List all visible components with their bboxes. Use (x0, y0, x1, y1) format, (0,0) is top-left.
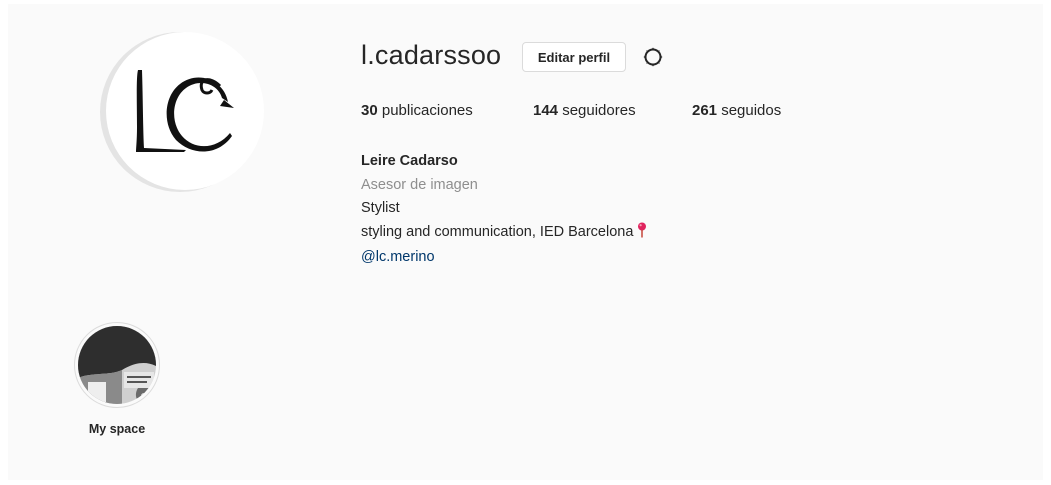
bio-line-1: Stylist (361, 200, 400, 216)
highlight-label: My space (88, 422, 146, 436)
full-name: Leire Cadarso (361, 153, 458, 169)
following-label: seguidos (717, 102, 782, 119)
followers-label: seguidores (558, 102, 636, 119)
edit-profile-button[interactable]: Editar perfil (522, 42, 626, 72)
profile-category: Asesor de imagen (361, 176, 478, 193)
stat-posts: 30 publicaciones (361, 102, 533, 119)
following-count: 261 (692, 102, 718, 119)
profile-stats: 30 publicaciones 144 seguidores 261 segu… (361, 102, 781, 119)
highlight-cover-image (78, 326, 156, 404)
posts-count: 30 (361, 102, 378, 119)
highlight-ring[interactable] (74, 322, 160, 408)
stat-followers[interactable]: 144 seguidores (533, 102, 692, 119)
story-highlight[interactable]: My space (72, 322, 162, 436)
stat-following[interactable]: 261 seguidos (692, 102, 781, 119)
followers-count: 144 (533, 102, 559, 119)
profile-username: l.cadarssoo (361, 40, 502, 70)
bio-mention-link[interactable]: @lc.merino (361, 246, 647, 270)
avatar-logo (106, 32, 264, 190)
posts-label: publicaciones (377, 102, 473, 119)
profile-page: l.cadarssoo Editar perfil 30 publicacion… (8, 4, 1043, 480)
gear-icon[interactable] (642, 46, 664, 68)
bio-line-2: styling and communication, IED Barcelona (361, 223, 634, 240)
round-pushpin-icon (637, 222, 647, 247)
profile-bio: Leire Cadarso Asesor de imagen Stylist s… (361, 150, 647, 270)
profile-avatar[interactable] (100, 32, 268, 192)
bio-line-2-wrap: styling and communication, IED Barcelona (361, 221, 647, 247)
